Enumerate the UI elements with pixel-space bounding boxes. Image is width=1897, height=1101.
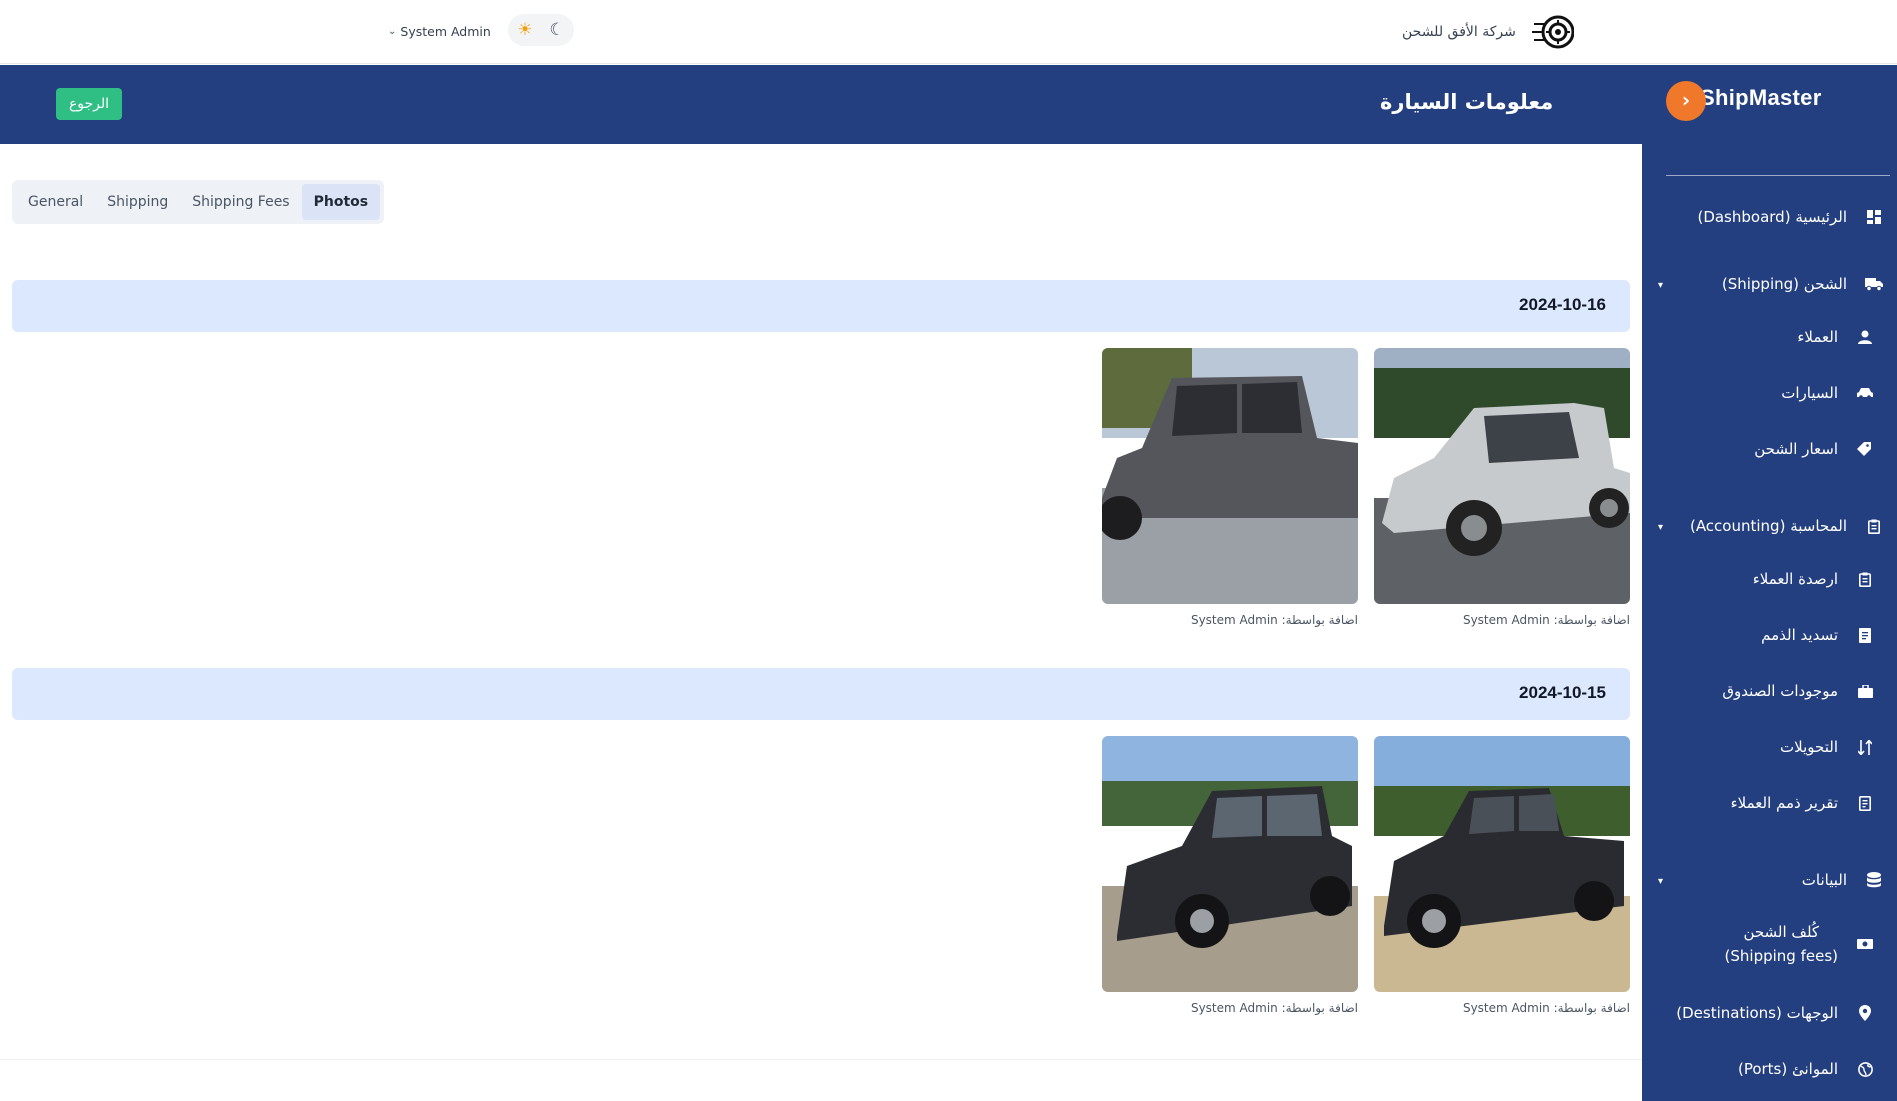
sidebar-item-data[interactable]: البيانات [1802, 866, 1883, 894]
sidebar-item-ports[interactable]: الموانئ (Ports) [1738, 1055, 1874, 1083]
sidebar-item-label: السيارات [1781, 384, 1838, 402]
sidebar-item-shipping-prices[interactable]: اسعار الشحن [1754, 435, 1874, 463]
content-divider [0, 1059, 1642, 1060]
brand-title: ShipMaster [1700, 85, 1822, 110]
sidebar-item-label: ارصدة العملاء [1752, 570, 1838, 588]
sidebar-item-label-line1: كُلف الشحن [1743, 923, 1820, 941]
moon-icon[interactable]: ☾ [548, 21, 566, 39]
briefcase-icon [1856, 682, 1874, 700]
sidebar-item-shipping-fees[interactable]: كُلف الشحن (Shipping fees) [1725, 920, 1874, 968]
sidebar-item-label: تقرير ذمم العملاء [1730, 794, 1838, 812]
car-photo[interactable] [1374, 736, 1630, 992]
sidebar-item-label: العملاء [1797, 328, 1838, 346]
sun-icon[interactable]: ☀ [516, 21, 534, 39]
user-menu[interactable]: ⌄ System Admin [388, 20, 491, 42]
date-label: 2024-10-16 [1519, 295, 1606, 314]
sidebar-item-debt-payment[interactable]: تسديد الذمم [1761, 621, 1874, 649]
chevron-right-icon: › [1681, 88, 1691, 112]
map-pin-icon [1856, 1004, 1874, 1022]
car-photo[interactable] [1102, 348, 1358, 604]
photo-caption: اضافة بواسطة: System Admin [1462, 613, 1630, 627]
truck-icon [1865, 275, 1883, 293]
sidebar-item-shipping[interactable]: الشحن (Shipping) [1722, 270, 1883, 298]
sidebar-item-label: الشحن (Shipping) [1721, 275, 1847, 293]
page-title: معلومات السيارة [1380, 90, 1554, 114]
tab-general[interactable]: General [16, 184, 95, 220]
sidebar-item-accounting[interactable]: المحاسبة (Accounting) [1690, 512, 1883, 540]
page-header [0, 65, 1897, 144]
sidebar-item-label: موجودات الصندوق [1722, 682, 1838, 700]
money-icon [1856, 935, 1874, 953]
sidebar-item-dashboard[interactable]: الرئيسية (Dashboard) [1697, 203, 1883, 231]
car-photo[interactable] [1102, 736, 1358, 992]
company-logo-icon [1532, 12, 1575, 52]
sidebar-divider [1666, 175, 1890, 176]
sort-arrows-icon [1856, 738, 1874, 756]
chevron-down-icon[interactable]: ▾ [1658, 522, 1663, 533]
sidebar-item-label: التحويلات [1780, 738, 1838, 756]
sidebar-item-cash-box[interactable]: موجودات الصندوق [1722, 677, 1874, 705]
sidebar-item-label: البيانات [1801, 871, 1847, 889]
tab-shipping-fees[interactable]: Shipping Fees [180, 184, 301, 220]
photo-caption: اضافة بواسطة: System Admin [1190, 613, 1358, 627]
sidebar-item-cars[interactable]: السيارات [1781, 379, 1874, 407]
globe-icon [1856, 1060, 1874, 1078]
chevron-down-icon[interactable]: ▾ [1658, 876, 1663, 887]
tags-icon [1856, 440, 1874, 458]
tab-shipping[interactable]: Shipping [95, 184, 180, 220]
sidebar-item-customer-debts-report[interactable]: تقرير ذمم العملاء [1731, 789, 1874, 817]
sidebar-item-customer-balances[interactable]: ارصدة العملاء [1753, 565, 1874, 593]
photo-caption: اضافة بواسطة: System Admin [1190, 1001, 1358, 1015]
database-icon [1865, 871, 1883, 889]
sidebar-item-label: اسعار الشحن [1754, 440, 1838, 458]
user-name: System Admin [400, 23, 491, 39]
date-group-header: 2024-10-15 [12, 668, 1630, 720]
photo-caption: اضافة بواسطة: System Admin [1462, 1001, 1630, 1015]
sidebar-item-label: كُلف الشحن (Shipping fees) [1725, 920, 1838, 968]
chevron-down-icon[interactable]: ▾ [1658, 280, 1663, 291]
sidebar-item-label-line2: (Shipping fees) [1724, 947, 1838, 965]
clipboard-icon [1865, 517, 1883, 535]
back-button[interactable]: الرجوع [56, 88, 122, 120]
date-label: 2024-10-15 [1519, 683, 1606, 702]
sidebar-item-destinations[interactable]: الوجهات (Destinations) [1676, 999, 1874, 1027]
sidebar-item-label: الموانئ (Ports) [1737, 1060, 1838, 1078]
dashboard-icon [1865, 208, 1883, 226]
report-icon [1856, 794, 1874, 812]
user-icon [1856, 328, 1874, 346]
car-photo[interactable] [1374, 348, 1630, 604]
tab-photos[interactable]: Photos [301, 184, 381, 220]
sidebar-collapse-button[interactable]: › [1666, 81, 1706, 121]
sidebar-item-label: الوجهات (Destinations) [1676, 1004, 1838, 1022]
sidebar-item-label: المحاسبة (Accounting) [1689, 517, 1847, 535]
sidebar-item-customers[interactable]: العملاء [1797, 323, 1874, 351]
car-icon [1856, 384, 1874, 402]
top-bar [0, 0, 1897, 64]
tab-bar: General Shipping Shipping Fees Photos [12, 180, 385, 224]
receipt-icon [1856, 626, 1874, 644]
clipboard-icon [1856, 570, 1874, 588]
date-group-header: 2024-10-16 [12, 280, 1630, 332]
sidebar-item-label: تسديد الذمم [1761, 626, 1838, 644]
theme-toggle[interactable]: ☀ ☾ [508, 14, 574, 46]
chevron-down-icon: ⌄ [388, 25, 397, 37]
company-name-label: شركة الأفق للشحن [1402, 24, 1516, 40]
sidebar-item-label: الرئيسية (Dashboard) [1697, 208, 1847, 226]
sidebar-item-transfers[interactable]: التحويلات [1780, 733, 1874, 761]
